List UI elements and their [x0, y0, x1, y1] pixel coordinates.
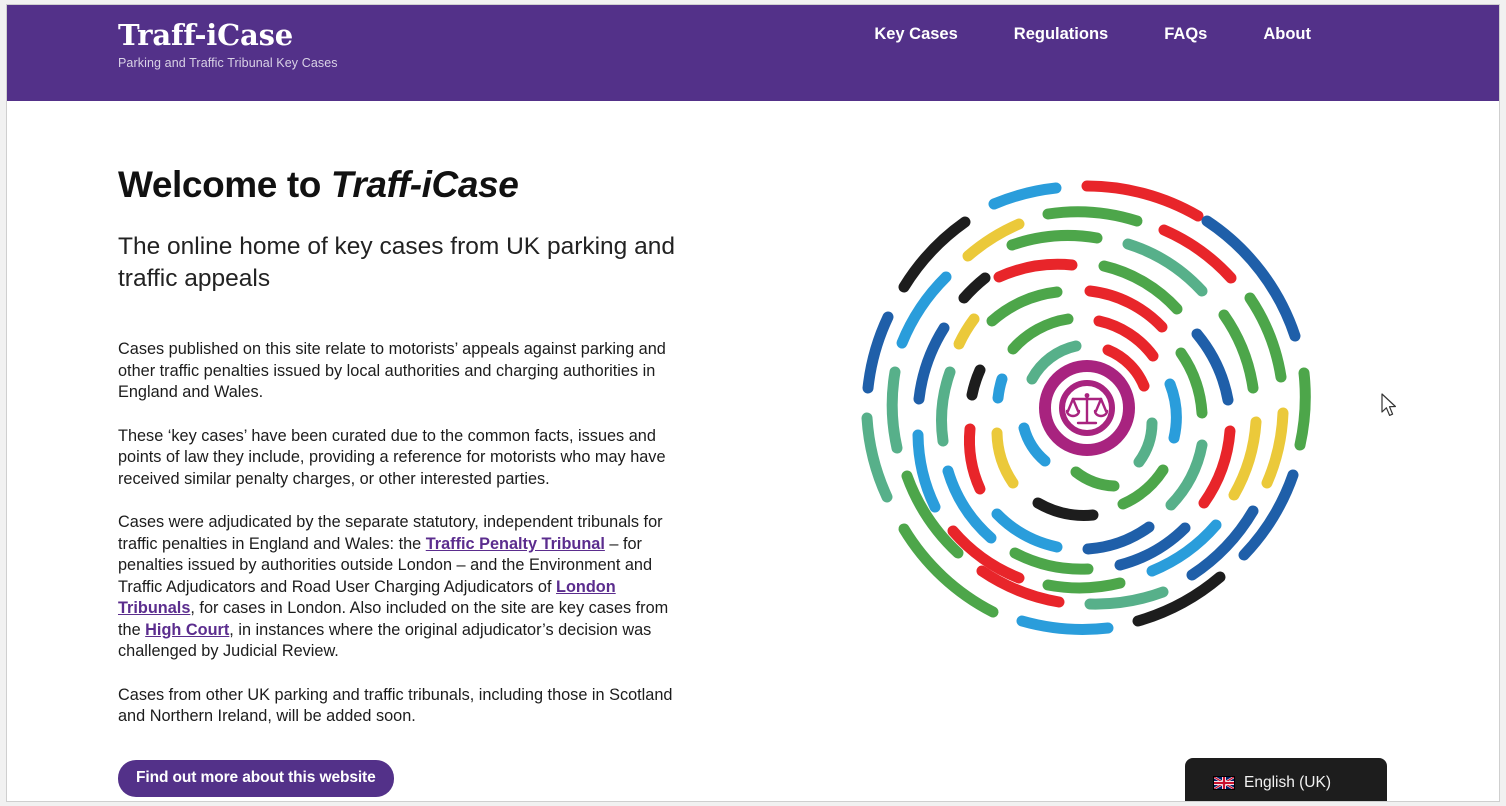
language-switcher[interactable]: English (UK) [1185, 758, 1387, 801]
paragraph-other-tribunals: Cases from other UK parking and traffic … [118, 685, 673, 726]
scales-of-justice-emblem [1039, 360, 1135, 456]
language-label: English (UK) [1244, 774, 1331, 791]
arrow-cursor [1381, 393, 1396, 416]
browser-viewport: Traff-iCase Parking and Traffic Tribunal… [6, 4, 1500, 802]
link-high-court[interactable]: High Court [145, 621, 229, 639]
hero-logo-graphic [852, 173, 1322, 643]
site-title: Traff-iCase [118, 18, 293, 52]
page-title-prefix: Welcome to [118, 164, 331, 205]
paragraph-about-cases: Cases published on this site relate to m… [118, 340, 666, 402]
paragraph-key-cases: These ‘key cases’ have been curated due … [118, 426, 666, 488]
page-subtitle: The online home of key cases from UK par… [118, 233, 675, 293]
site-brand[interactable]: Traff-iCase Parking and Traffic Tribunal… [118, 18, 338, 70]
link-traffic-penalty-tribunal[interactable]: Traffic Penalty Tribunal [426, 535, 605, 553]
page-title: Welcome to Traff-iCase [118, 163, 698, 207]
find-out-more-button[interactable]: Find out more about this website [118, 759, 394, 797]
nav-item-about[interactable]: About [1235, 25, 1339, 44]
intro-column: Welcome to Traff-iCase The online home o… [118, 163, 698, 797]
nav-item-faqs[interactable]: FAQs [1136, 25, 1235, 44]
paragraph-tribunals: Cases were adjudicated by the separate s… [118, 512, 693, 663]
site-header: Traff-iCase Parking and Traffic Tribunal… [7, 5, 1499, 101]
main-navigation: Key Cases Regulations FAQs About [846, 25, 1339, 44]
site-tagline: Parking and Traffic Tribunal Key Cases [118, 55, 338, 70]
page-title-brand: Traff-iCase [330, 164, 519, 205]
nav-item-key-cases[interactable]: Key Cases [846, 25, 985, 44]
union-jack-flag-icon [1213, 776, 1235, 790]
nav-item-regulations[interactable]: Regulations [986, 25, 1136, 44]
intro-paragraphs: Cases published on this site relate to m… [118, 339, 698, 797]
page-content: Welcome to Traff-iCase The online home o… [7, 101, 1499, 801]
